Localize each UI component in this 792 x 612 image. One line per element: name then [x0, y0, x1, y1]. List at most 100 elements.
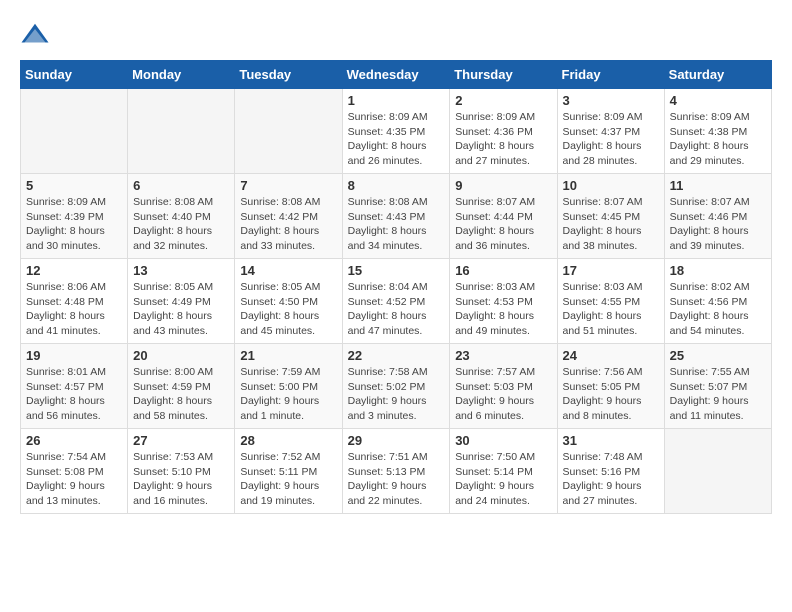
day-number: 26: [26, 433, 122, 448]
day-info: Sunrise: 8:04 AM Sunset: 4:52 PM Dayligh…: [348, 280, 445, 339]
calendar-week-row: 5Sunrise: 8:09 AM Sunset: 4:39 PM Daylig…: [21, 174, 772, 259]
day-info: Sunrise: 8:07 AM Sunset: 4:44 PM Dayligh…: [455, 195, 551, 254]
day-number: 12: [26, 263, 122, 278]
calendar-cell: 8Sunrise: 8:08 AM Sunset: 4:43 PM Daylig…: [342, 174, 450, 259]
day-info: Sunrise: 7:55 AM Sunset: 5:07 PM Dayligh…: [670, 365, 766, 424]
day-info: Sunrise: 8:09 AM Sunset: 4:37 PM Dayligh…: [563, 110, 659, 169]
day-info: Sunrise: 8:03 AM Sunset: 4:55 PM Dayligh…: [563, 280, 659, 339]
calendar-week-row: 1 Sunrise: 8:09 AM Sunset: 4:35 PM Daylig…: [21, 89, 772, 174]
day-number: 22: [348, 348, 445, 363]
calendar-cell: 21Sunrise: 7:59 AM Sunset: 5:00 PM Dayli…: [235, 344, 342, 429]
day-info: Sunrise: 8:07 AM Sunset: 4:45 PM Dayligh…: [563, 195, 659, 254]
weekday-header: Wednesday: [342, 61, 450, 89]
day-info: Sunrise: 8:06 AM Sunset: 4:48 PM Dayligh…: [26, 280, 122, 339]
day-number: 25: [670, 348, 766, 363]
calendar-cell: 31Sunrise: 7:48 AM Sunset: 5:16 PM Dayli…: [557, 429, 664, 514]
calendar-table: SundayMondayTuesdayWednesdayThursdayFrid…: [20, 60, 772, 514]
day-info: Sunrise: 8:09 AM Sunset: 4:35 PM Dayligh…: [348, 110, 445, 169]
calendar-cell: 6 Sunrise: 8:08 AM Sunset: 4:40 PM Daylig…: [128, 174, 235, 259]
day-number: 27: [133, 433, 229, 448]
calendar-cell: 18 Sunrise: 8:02 AM Sunset: 4:56 PM Dayli…: [664, 259, 771, 344]
day-info: Sunrise: 8:00 AM Sunset: 4:59 PM Dayligh…: [133, 365, 229, 424]
day-info: Sunrise: 7:56 AM Sunset: 5:05 PM Dayligh…: [563, 365, 659, 424]
calendar-cell: 2Sunrise: 8:09 AM Sunset: 4:36 PM Daylig…: [450, 89, 557, 174]
day-number: 16: [455, 263, 551, 278]
day-number: 18: [670, 263, 766, 278]
calendar-week-row: 19 Sunrise: 8:01 AM Sunset: 4:57 PM Dayli…: [21, 344, 772, 429]
day-number: 30: [455, 433, 551, 448]
day-number: 15: [348, 263, 445, 278]
calendar-cell: 29Sunrise: 7:51 AM Sunset: 5:13 PM Dayli…: [342, 429, 450, 514]
calendar-cell: [664, 429, 771, 514]
calendar-cell: 13 Sunrise: 8:05 AM Sunset: 4:49 PM Dayli…: [128, 259, 235, 344]
calendar-cell: 26 Sunrise: 7:54 AM Sunset: 5:08 PM Dayli…: [21, 429, 128, 514]
calendar-cell: 28Sunrise: 7:52 AM Sunset: 5:11 PM Dayli…: [235, 429, 342, 514]
calendar-header-row: SundayMondayTuesdayWednesdayThursdayFrid…: [21, 61, 772, 89]
calendar-cell: 11 Sunrise: 8:07 AM Sunset: 4:46 PM Dayli…: [664, 174, 771, 259]
calendar-cell: 22 Sunrise: 7:58 AM Sunset: 5:02 PM Dayli…: [342, 344, 450, 429]
day-number: 1: [348, 93, 445, 108]
day-info: Sunrise: 7:48 AM Sunset: 5:16 PM Dayligh…: [563, 450, 659, 509]
day-number: 5: [26, 178, 122, 193]
calendar-cell: [128, 89, 235, 174]
calendar-cell: 10 Sunrise: 8:07 AM Sunset: 4:45 PM Dayli…: [557, 174, 664, 259]
day-info: Sunrise: 8:02 AM Sunset: 4:56 PM Dayligh…: [670, 280, 766, 339]
weekday-header: Tuesday: [235, 61, 342, 89]
day-number: 6: [133, 178, 229, 193]
calendar-cell: 20 Sunrise: 8:00 AM Sunset: 4:59 PM Dayli…: [128, 344, 235, 429]
weekday-header: Friday: [557, 61, 664, 89]
calendar-cell: 17 Sunrise: 8:03 AM Sunset: 4:55 PM Dayli…: [557, 259, 664, 344]
day-info: Sunrise: 7:53 AM Sunset: 5:10 PM Dayligh…: [133, 450, 229, 509]
weekday-header: Sunday: [21, 61, 128, 89]
day-number: 7: [240, 178, 336, 193]
logo: [20, 20, 56, 50]
day-info: Sunrise: 8:01 AM Sunset: 4:57 PM Dayligh…: [26, 365, 122, 424]
weekday-header: Saturday: [664, 61, 771, 89]
day-info: Sunrise: 8:09 AM Sunset: 4:38 PM Dayligh…: [670, 110, 766, 169]
calendar-cell: 1 Sunrise: 8:09 AM Sunset: 4:35 PM Daylig…: [342, 89, 450, 174]
calendar-cell: 24 Sunrise: 7:56 AM Sunset: 5:05 PM Dayli…: [557, 344, 664, 429]
day-number: 19: [26, 348, 122, 363]
day-number: 10: [563, 178, 659, 193]
calendar-cell: 4 Sunrise: 8:09 AM Sunset: 4:38 PM Daylig…: [664, 89, 771, 174]
day-info: Sunrise: 8:03 AM Sunset: 4:53 PM Dayligh…: [455, 280, 551, 339]
calendar-cell: 27 Sunrise: 7:53 AM Sunset: 5:10 PM Dayli…: [128, 429, 235, 514]
day-number: 24: [563, 348, 659, 363]
day-number: 2: [455, 93, 551, 108]
day-number: 3: [563, 93, 659, 108]
day-info: Sunrise: 7:57 AM Sunset: 5:03 PM Dayligh…: [455, 365, 551, 424]
day-info: Sunrise: 7:58 AM Sunset: 5:02 PM Dayligh…: [348, 365, 445, 424]
day-info: Sunrise: 8:07 AM Sunset: 4:46 PM Dayligh…: [670, 195, 766, 254]
calendar-cell: 23 Sunrise: 7:57 AM Sunset: 5:03 PM Dayli…: [450, 344, 557, 429]
day-number: 4: [670, 93, 766, 108]
day-number: 13: [133, 263, 229, 278]
calendar-cell: [235, 89, 342, 174]
day-number: 8: [348, 178, 445, 193]
calendar-cell: 16 Sunrise: 8:03 AM Sunset: 4:53 PM Dayli…: [450, 259, 557, 344]
calendar-cell: 9Sunrise: 8:07 AM Sunset: 4:44 PM Daylig…: [450, 174, 557, 259]
day-number: 28: [240, 433, 336, 448]
calendar-cell: 12 Sunrise: 8:06 AM Sunset: 4:48 PM Dayli…: [21, 259, 128, 344]
calendar-cell: 15 Sunrise: 8:04 AM Sunset: 4:52 PM Dayli…: [342, 259, 450, 344]
day-number: 23: [455, 348, 551, 363]
logo-icon: [20, 20, 50, 50]
calendar-cell: 7Sunrise: 8:08 AM Sunset: 4:42 PM Daylig…: [235, 174, 342, 259]
weekday-header: Monday: [128, 61, 235, 89]
day-info: Sunrise: 7:50 AM Sunset: 5:14 PM Dayligh…: [455, 450, 551, 509]
day-number: 11: [670, 178, 766, 193]
day-info: Sunrise: 8:05 AM Sunset: 4:50 PM Dayligh…: [240, 280, 336, 339]
day-info: Sunrise: 8:05 AM Sunset: 4:49 PM Dayligh…: [133, 280, 229, 339]
weekday-header: Thursday: [450, 61, 557, 89]
day-number: 20: [133, 348, 229, 363]
calendar-cell: 25 Sunrise: 7:55 AM Sunset: 5:07 PM Dayli…: [664, 344, 771, 429]
calendar-cell: 19 Sunrise: 8:01 AM Sunset: 4:57 PM Dayli…: [21, 344, 128, 429]
calendar-cell: 30 Sunrise: 7:50 AM Sunset: 5:14 PM Dayli…: [450, 429, 557, 514]
day-number: 14: [240, 263, 336, 278]
day-info: Sunrise: 8:08 AM Sunset: 4:40 PM Dayligh…: [133, 195, 229, 254]
day-number: 17: [563, 263, 659, 278]
day-info: Sunrise: 7:54 AM Sunset: 5:08 PM Dayligh…: [26, 450, 122, 509]
calendar-week-row: 26 Sunrise: 7:54 AM Sunset: 5:08 PM Dayli…: [21, 429, 772, 514]
day-info: Sunrise: 7:59 AM Sunset: 5:00 PM Dayligh…: [240, 365, 336, 424]
day-info: Sunrise: 7:51 AM Sunset: 5:13 PM Dayligh…: [348, 450, 445, 509]
calendar-cell: 5Sunrise: 8:09 AM Sunset: 4:39 PM Daylig…: [21, 174, 128, 259]
